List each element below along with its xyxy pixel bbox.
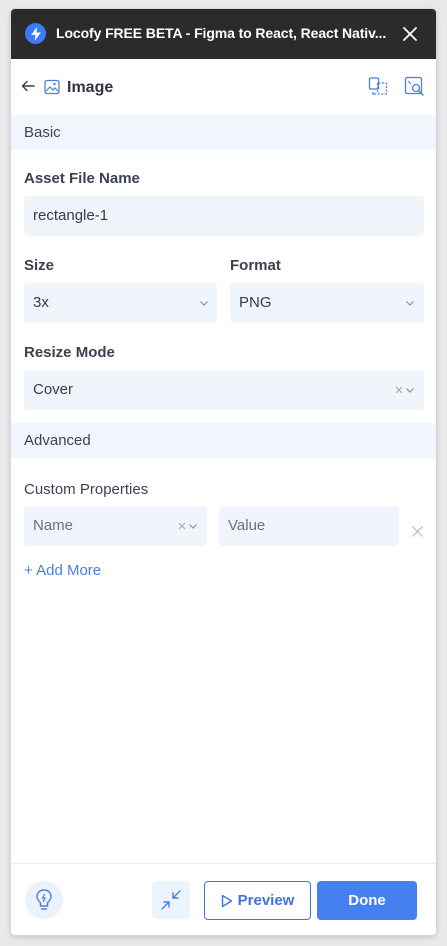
value-placeholder: Value — [228, 517, 266, 534]
add-more-link[interactable]: + Add More — [24, 562, 101, 579]
custom-property-name-select[interactable]: Name — [24, 506, 207, 546]
image-icon — [44, 79, 60, 95]
format-label: Format — [230, 257, 281, 274]
close-button[interactable] — [399, 23, 421, 45]
remove-property-icon[interactable] — [411, 525, 424, 538]
resize-mode-select[interactable]: Cover — [24, 370, 424, 410]
lightning-bolt-icon — [25, 23, 46, 44]
done-button[interactable]: Done — [317, 881, 417, 920]
collapse-arrows-icon — [161, 890, 181, 910]
chevron-down-icon — [406, 301, 414, 306]
minimize-button[interactable] — [152, 881, 190, 919]
title-bar: Locofy FREE BETA - Figma to React, React… — [11, 9, 436, 59]
page-title: Image — [67, 79, 114, 96]
asset-file-name-value: rectangle-1 — [33, 207, 109, 224]
custom-properties-label: Custom Properties — [24, 481, 149, 498]
section-advanced: Advanced — [11, 423, 436, 458]
clear-icon[interactable] — [395, 386, 403, 394]
preview-label: Preview — [237, 892, 295, 909]
resize-mode-label: Resize Mode — [24, 344, 115, 361]
swap-components-icon[interactable] — [368, 76, 388, 96]
asset-file-name-input[interactable]: rectangle-1 — [24, 196, 424, 236]
name-placeholder: Name — [33, 517, 74, 534]
clear-icon[interactable] — [178, 522, 186, 530]
play-icon — [221, 894, 232, 907]
plugin-window: Locofy FREE BETA - Figma to React, React… — [11, 9, 436, 935]
lightbulb-icon — [36, 889, 52, 910]
chevron-down-icon — [406, 388, 414, 393]
preview-button[interactable]: Preview — [204, 881, 311, 920]
chevron-down-icon — [200, 301, 208, 306]
window-title: Locofy FREE BETA - Figma to React, React… — [56, 25, 387, 41]
close-icon — [403, 27, 417, 41]
image-search-icon[interactable] — [404, 76, 425, 97]
format-select[interactable]: PNG — [230, 283, 424, 323]
asset-file-name-label: Asset File Name — [24, 170, 140, 187]
arrow-left-icon[interactable] — [19, 77, 37, 95]
resize-mode-value: Cover — [33, 381, 74, 398]
section-basic: Basic — [11, 115, 436, 150]
footer-bar: Preview Done — [11, 863, 436, 935]
size-value: 3x — [33, 294, 49, 311]
panel-header: Image — [11, 59, 436, 115]
size-label: Size — [24, 257, 55, 274]
tips-button[interactable] — [25, 881, 63, 919]
done-label: Done — [348, 892, 386, 909]
custom-property-value-input[interactable]: Value — [219, 506, 399, 546]
size-select[interactable]: 3x — [24, 283, 217, 323]
chevron-down-icon — [189, 524, 197, 529]
format-value: PNG — [239, 294, 272, 311]
